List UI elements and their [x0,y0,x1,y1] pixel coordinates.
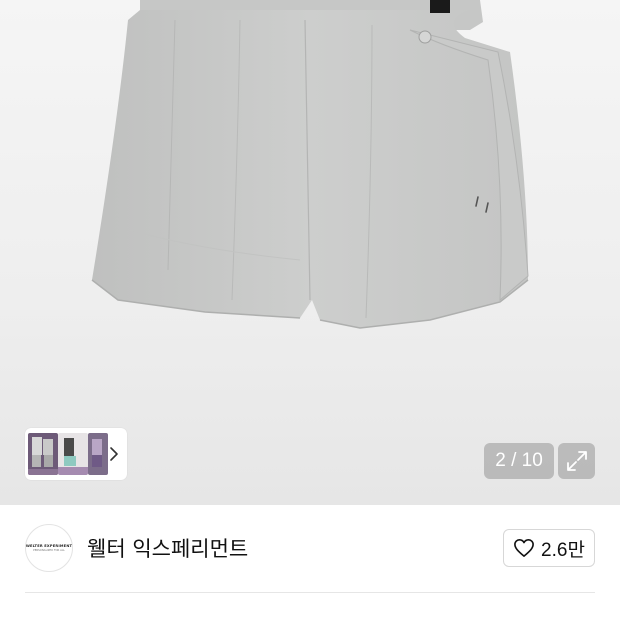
brand-name-link[interactable]: 웰터 익스페리먼트 [87,533,248,563]
brand-row: WELTER EXPERIMENT PERSONALIZED FOR ALL 웰… [0,505,620,590]
expand-image-button[interactable] [558,443,595,479]
brand-logo-text: WELTER EXPERIMENT [25,544,73,548]
thumbnail-image-2[interactable] [58,433,88,475]
chevron-right-icon[interactable] [107,444,121,464]
image-page-counter: 2 / 10 [484,443,554,479]
brand-logo-subtext: PERSONALIZED FOR ALL [33,549,65,552]
heart-icon [514,539,534,557]
brand-logo[interactable]: WELTER EXPERIMENT PERSONALIZED FOR ALL [25,524,73,572]
expand-icon [566,451,587,471]
like-button[interactable]: 2.6만 [503,529,595,567]
product-image-gallery[interactable]: 2 / 10 [0,0,620,505]
thumbnail-image-3[interactable] [88,433,108,475]
thumbnail-image-1[interactable] [28,433,58,475]
divider [25,592,595,593]
like-count: 2.6만 [541,539,585,561]
thumbnail-strip[interactable] [25,428,127,480]
